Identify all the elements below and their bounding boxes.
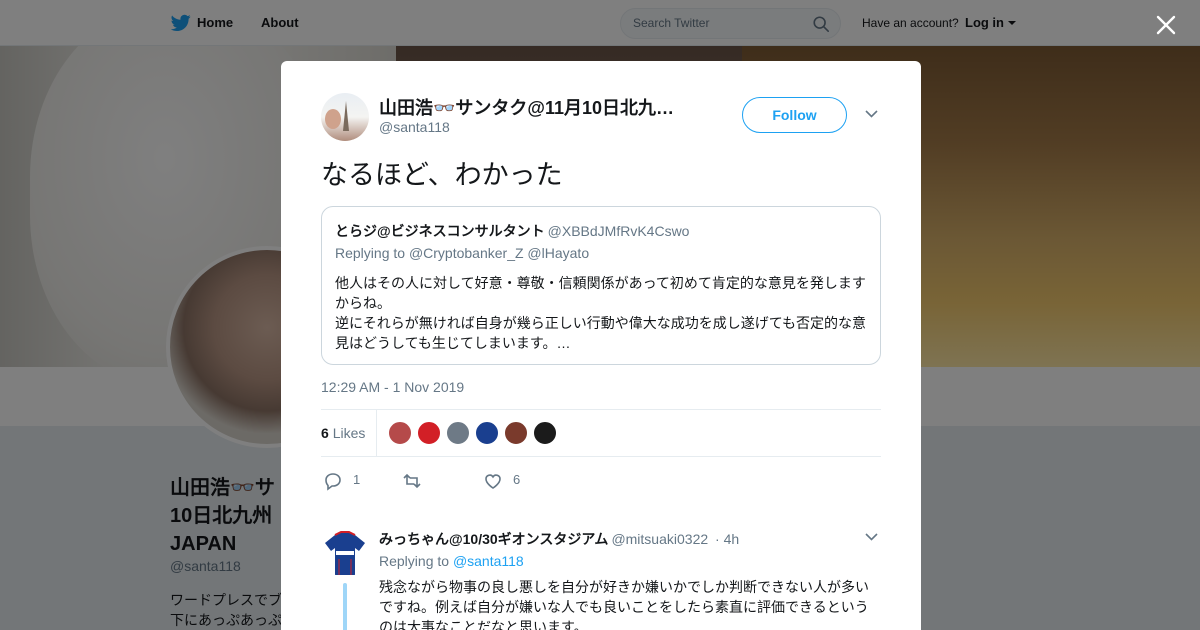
quote-body-line: 他人はその人に対して好意・尊敬・信頼関係があって初めて肯定的な意見を発しますから… xyxy=(335,275,866,311)
jersey-icon xyxy=(325,531,365,575)
chevron-down-icon[interactable] xyxy=(865,533,878,541)
likes-count[interactable]: 6 Likes xyxy=(321,425,365,441)
quote-replying-users: @Cryptobanker_Z @lHayato xyxy=(408,245,590,261)
like-count: 6 xyxy=(513,472,521,487)
thread-line xyxy=(343,583,347,630)
close-icon[interactable] xyxy=(1154,13,1178,37)
tweet-text: なるほど、わかった xyxy=(321,160,563,190)
divider xyxy=(376,410,377,456)
reply-replying-user[interactable]: @santa118 xyxy=(453,553,524,569)
likes-bar: 6 Likes xyxy=(321,409,881,457)
liker-avatar[interactable] xyxy=(504,421,528,445)
reply-author-avatar[interactable] xyxy=(321,529,369,577)
reply-count: 1 xyxy=(353,472,361,487)
likes-number: 6 xyxy=(321,425,329,441)
quoted-tweet[interactable]: とらジ@ビジネスコンサルタント @XBBdJMfRvK4Cswo Replying… xyxy=(321,206,881,365)
reply-author-handle[interactable]: @mitsuaki0322 xyxy=(611,531,708,547)
author-avatar[interactable] xyxy=(321,93,369,141)
chevron-down-icon[interactable] xyxy=(865,110,878,118)
author-handle[interactable]: @santa118 xyxy=(379,119,450,135)
reply-icon xyxy=(325,473,341,491)
likes-label: Likes xyxy=(332,425,366,441)
liker-avatar[interactable] xyxy=(388,421,412,445)
liker-avatar[interactable] xyxy=(475,421,499,445)
liker-avatar[interactable] xyxy=(417,421,441,445)
liker-avatar[interactable] xyxy=(446,421,470,445)
heart-icon xyxy=(485,474,501,489)
reply-author-name[interactable]: みっちゃん@10/30ギオンスタジアム xyxy=(379,531,608,547)
follow-button[interactable]: Follow xyxy=(742,97,847,133)
reply-tweet[interactable]: みっちゃん@10/30ギオンスタジアム @mitsuaki0322 · 4h Re… xyxy=(321,527,881,630)
tweet-timestamp[interactable]: 12:29 AM - 1 Nov 2019 xyxy=(321,379,464,395)
reply-replying-label: Replying to xyxy=(379,553,450,569)
reply-time[interactable]: · 4h xyxy=(715,531,739,547)
reply-body: 残念ながら物事の良し悪しを自分が好きか嫌いかでしか判断できない人が多いですね。例… xyxy=(379,579,869,630)
quote-author-handle: @XBBdJMfRvK4Cswo xyxy=(547,223,690,239)
quote-replying-label: Replying to xyxy=(335,245,406,261)
quote-body-line: 逆にそれらが無ければ自身が幾ら正しい行動や偉大な成功を成し遂げても否定的な意見は… xyxy=(335,315,867,351)
author-name[interactable]: 山田浩👓サンタク@11月10日北九… xyxy=(379,94,674,120)
liker-avatar[interactable] xyxy=(533,421,557,445)
quote-author-name: とらジ@ビジネスコンサルタント xyxy=(335,223,545,239)
retweet-icon xyxy=(403,473,421,489)
tweet-modal: 山田浩👓サンタク@11月10日北九… @santa118 Follow なるほど… xyxy=(281,61,921,630)
